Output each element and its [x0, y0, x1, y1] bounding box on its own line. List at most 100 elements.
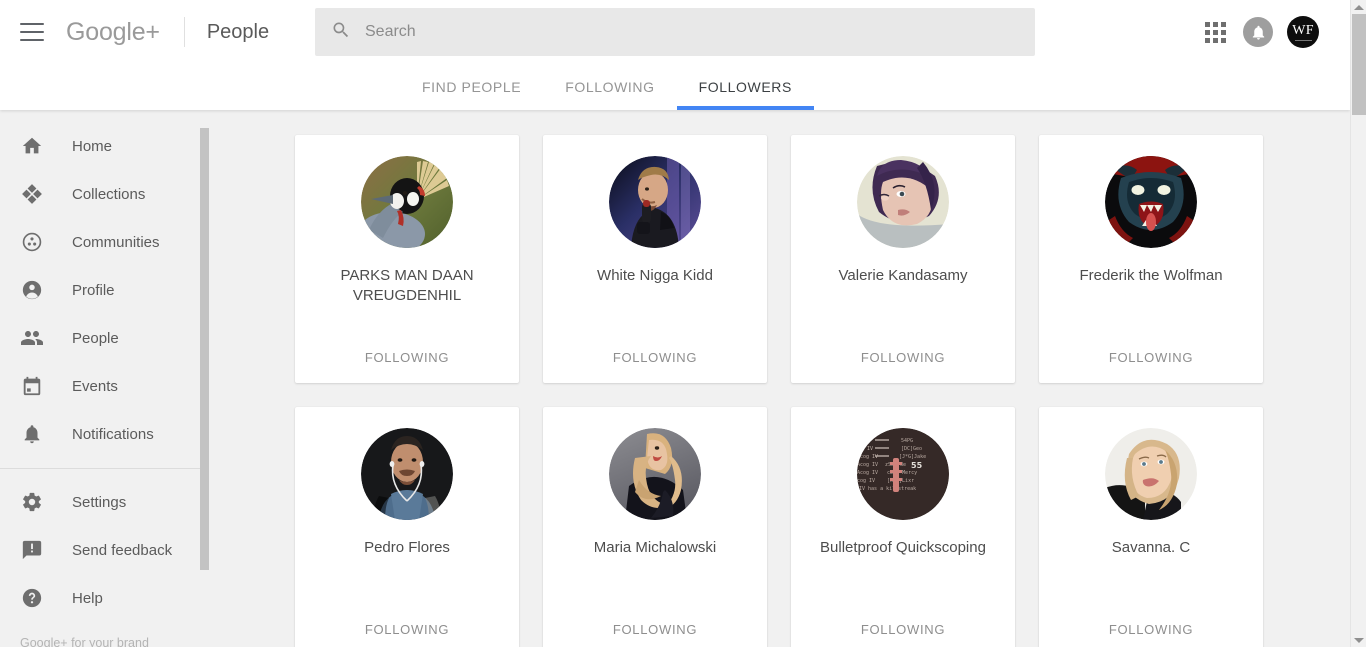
- tab-following[interactable]: FOLLOWING: [543, 64, 676, 110]
- tab-followers[interactable]: FOLLOWERS: [676, 64, 814, 110]
- game-killfeed-screenshot: IV 54PG og IV [DC]Geo Acog IV [J*G]Jake Aco…: [857, 428, 949, 520]
- sidebar-item-send-feedback[interactable]: Send feedback: [0, 526, 210, 574]
- avatar: [361, 428, 453, 520]
- bell-icon: [20, 422, 44, 446]
- avatar: [609, 428, 701, 520]
- collections-icon: [20, 182, 44, 206]
- tab-label: FOLLOWING: [565, 79, 655, 95]
- sidebar-item-profile[interactable]: Profile: [0, 266, 210, 314]
- sidebar-scrollbar[interactable]: [200, 110, 209, 647]
- sidebar-item-notifications[interactable]: Notifications: [0, 410, 210, 458]
- google-plus-people-page: Google+ People Search WF FIND PEOPLE FOL…: [0, 0, 1366, 647]
- avatar: [609, 156, 701, 248]
- svg-text:cog IV: cog IV: [857, 478, 875, 484]
- following-button[interactable]: FOLLOWING: [1039, 350, 1263, 365]
- brand-logo[interactable]: Google+: [66, 18, 160, 47]
- svg-text:Acog IV: Acog IV: [857, 462, 878, 468]
- following-button[interactable]: FOLLOWING: [295, 350, 519, 365]
- sidebar-item-collections[interactable]: Collections: [0, 170, 210, 218]
- followers-content: PARKS MAN DAAN VREUGDENHIL FOLLOWING Whi…: [210, 110, 1350, 647]
- avatar: [1105, 428, 1197, 520]
- person-name: Savanna. C: [1111, 539, 1191, 556]
- person-card[interactable]: PARKS MAN DAAN VREUGDENHIL FOLLOWING: [295, 135, 519, 383]
- person-name: Maria Michalowski: [593, 539, 717, 556]
- sidebar-item-label: Notifications: [72, 425, 154, 443]
- sidebar-primary-list: Home Collections Communities Profile Peo…: [0, 110, 210, 647]
- avatar: [857, 156, 949, 248]
- avatar-initials: WF: [1292, 22, 1314, 38]
- following-button[interactable]: FOLLOWING: [295, 622, 519, 637]
- following-button[interactable]: FOLLOWING: [791, 622, 1015, 637]
- svg-text:54PG: 54PG: [901, 438, 913, 444]
- svg-text:Acog IV: Acog IV: [857, 470, 878, 476]
- person-card[interactable]: Maria Michalowski FOLLOWING: [543, 407, 767, 647]
- sidebar-item-label: People: [72, 329, 119, 347]
- svg-text:55: 55: [911, 461, 923, 470]
- following-button[interactable]: FOLLOWING: [1039, 622, 1263, 637]
- svg-text:IV: IV: [860, 438, 866, 444]
- scroll-down-arrow-icon[interactable]: [1351, 633, 1366, 647]
- avatar: [361, 156, 453, 248]
- svg-text:[DC]Geo: [DC]Geo: [901, 446, 922, 452]
- sidebar-item-communities[interactable]: Communities: [0, 218, 210, 266]
- svg-text:IV has a killstreak: IV has a killstreak: [859, 486, 916, 492]
- help-icon: [20, 586, 44, 610]
- sidebar-nav: Home Collections Communities Profile Peo…: [0, 110, 210, 647]
- account-avatar[interactable]: WF: [1287, 16, 1319, 48]
- home-icon: [20, 134, 44, 158]
- tab-active-underline: [676, 106, 814, 110]
- person-card[interactable]: Savanna. C FOLLOWING: [1039, 407, 1263, 647]
- svg-text:Acog IV: Acog IV: [857, 454, 878, 460]
- header-divider: [183, 17, 185, 47]
- search-placeholder: Search: [365, 23, 416, 40]
- tab-label: FIND PEOPLE: [422, 79, 522, 95]
- following-button[interactable]: FOLLOWING: [791, 350, 1015, 365]
- person-name: Bulletproof Quickscoping: [820, 539, 986, 556]
- apps-grid-icon[interactable]: [1195, 12, 1235, 52]
- svg-text:og IV: og IV: [858, 446, 873, 452]
- person-name: White Nigga Kidd: [597, 267, 713, 284]
- person-name: Valerie Kandasamy: [838, 267, 968, 284]
- sidebar-scrollbar-thumb[interactable]: [200, 128, 209, 570]
- sidebar-item-label: Collections: [72, 185, 146, 203]
- man-earbuds-photo: [361, 428, 453, 520]
- person-card[interactable]: Frederik the Wolfman FOLLOWING: [1039, 135, 1263, 383]
- following-button[interactable]: FOLLOWING: [543, 622, 767, 637]
- scroll-up-arrow-icon[interactable]: [1351, 0, 1366, 14]
- hamburger-menu-icon[interactable]: [20, 23, 44, 41]
- tab-find-people[interactable]: FIND PEOPLE: [400, 64, 543, 110]
- person-name: Frederik the Wolfman: [1079, 267, 1223, 284]
- people-tabs: FIND PEOPLE FOLLOWING FOLLOWERS: [0, 64, 1350, 110]
- search-icon: [331, 20, 351, 45]
- window-scrollbar[interactable]: [1350, 0, 1366, 647]
- sidebar-item-settings[interactable]: Settings: [0, 478, 210, 526]
- sidebar-item-label: Profile: [72, 281, 115, 299]
- gear-icon: [20, 490, 44, 514]
- people-card-grid: PARKS MAN DAAN VREUGDENHIL FOLLOWING Whi…: [210, 110, 1350, 647]
- blonde-woman-black-top-photo: [1105, 428, 1197, 520]
- sidebar-item-label: Send feedback: [72, 541, 173, 559]
- purple-hair-portrait-photo: [857, 156, 949, 248]
- people-icon: [20, 326, 44, 350]
- sidebar-item-events[interactable]: Events: [0, 362, 210, 410]
- person-card[interactable]: IV 54PG og IV [DC]Geo Acog IV [J*G]Jake Aco…: [791, 407, 1015, 647]
- person-card[interactable]: White Nigga Kidd FOLLOWING: [543, 135, 767, 383]
- sidebar-brand-footer[interactable]: Google+ for your brand: [0, 622, 210, 647]
- avatar: [1105, 156, 1197, 248]
- svg-text:[J*G]Jake: [J*G]Jake: [899, 454, 926, 460]
- sidebar-item-people[interactable]: People: [0, 314, 210, 362]
- avatar: IV 54PG og IV [DC]Geo Acog IV [J*G]Jake Aco…: [857, 428, 949, 520]
- sidebar-item-home[interactable]: Home: [0, 122, 210, 170]
- following-button[interactable]: FOLLOWING: [543, 350, 767, 365]
- notifications-bell-icon[interactable]: [1243, 17, 1273, 47]
- communities-icon: [20, 230, 44, 254]
- wrestler-microphone-photo: [609, 156, 701, 248]
- feedback-icon: [20, 538, 44, 562]
- profile-icon: [20, 278, 44, 302]
- sidebar-item-help[interactable]: Help: [0, 574, 210, 622]
- person-card[interactable]: Valerie Kandasamy FOLLOWING: [791, 135, 1015, 383]
- sidebar-item-label: Events: [72, 377, 118, 395]
- person-card[interactable]: Pedro Flores FOLLOWING: [295, 407, 519, 647]
- search-input[interactable]: Search: [315, 8, 1035, 56]
- window-scrollbar-thumb[interactable]: [1352, 14, 1366, 115]
